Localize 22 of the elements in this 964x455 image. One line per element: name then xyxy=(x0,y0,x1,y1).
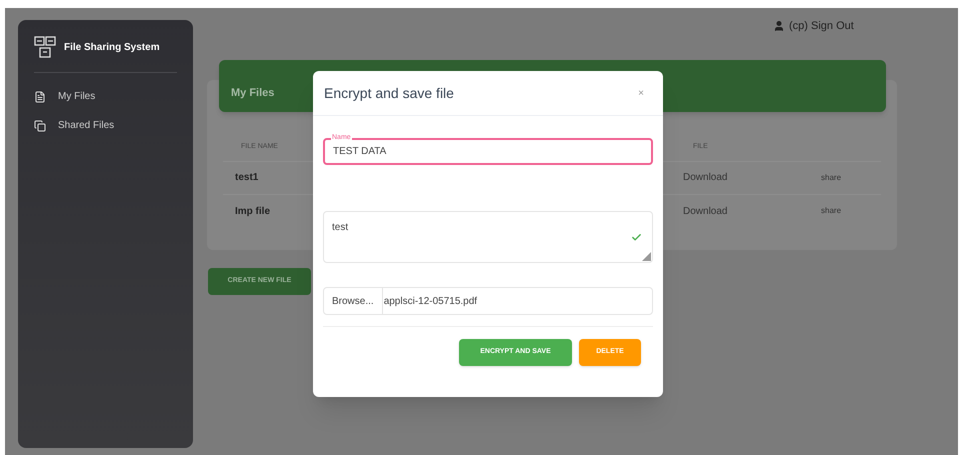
card-title: My Files xyxy=(231,87,274,99)
close-button[interactable]: × xyxy=(638,86,644,100)
file-name-cell-text: test1 xyxy=(235,171,260,185)
logo-icon xyxy=(34,36,56,58)
file-name-cell-text: Imp file xyxy=(235,204,272,218)
share-link[interactable]: share xyxy=(821,172,842,184)
resize-handle-icon xyxy=(642,252,651,261)
browse-button[interactable]: Browse... xyxy=(324,288,383,314)
share-link[interactable]: share xyxy=(821,205,842,217)
download-link[interactable]: Download xyxy=(683,204,821,218)
file-name: applsci-12-05715.pdf xyxy=(384,294,478,308)
sidebar-item[interactable]: My Files xyxy=(34,89,177,104)
file-field[interactable]: Browse... applsci-12-05715.pdf xyxy=(323,287,653,315)
download-link[interactable]: Download xyxy=(683,170,821,185)
user-icon xyxy=(773,20,785,32)
dialog-title: Encrypt and save file xyxy=(324,84,454,103)
copy-icon xyxy=(34,120,46,132)
document-icon xyxy=(34,90,46,102)
sign-out-link[interactable]: (cp) Sign Out xyxy=(773,18,854,34)
sidebar-item[interactable]: Shared Files xyxy=(34,118,177,133)
description-field[interactable]: test xyxy=(323,211,653,263)
app-title: File Sharing System xyxy=(64,40,160,54)
